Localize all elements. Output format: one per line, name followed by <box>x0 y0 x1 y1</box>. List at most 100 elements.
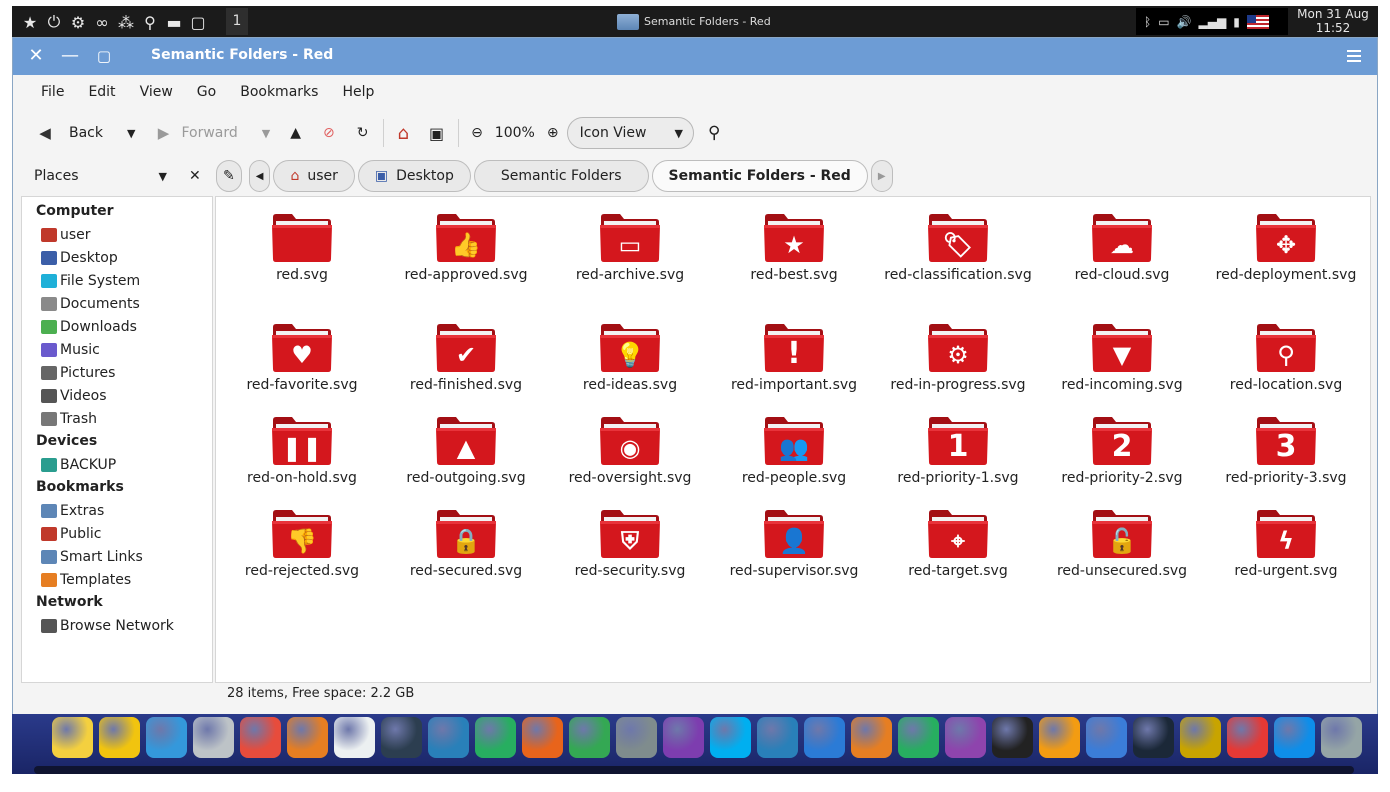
places-item-documents[interactable]: Documents <box>22 292 212 315</box>
file-item[interactable]: ϟ red-urgent.svg <box>1204 507 1368 600</box>
store-app-icon[interactable] <box>334 717 375 758</box>
crumb-user[interactable]: ⌂ user <box>273 160 355 192</box>
stop-icon[interactable]: ⊘ <box>323 125 335 141</box>
close-icon[interactable]: ✕ <box>25 45 47 67</box>
file-item[interactable]: ⌖ red-target.svg <box>876 507 1040 600</box>
places-item-trash[interactable]: Trash <box>22 407 212 430</box>
search-icon[interactable]: ⚲ <box>708 123 720 143</box>
file-item[interactable]: 🏷 red-classification.svg <box>876 211 1040 321</box>
file-item[interactable]: ✔ red-finished.svg <box>384 321 548 414</box>
places-item-backup[interactable]: BACKUP <box>22 453 212 476</box>
palette-app-icon[interactable] <box>287 717 328 758</box>
binoculars-app-icon[interactable] <box>381 717 422 758</box>
forward-button[interactable]: ▶ Forward <box>153 118 238 148</box>
file-item[interactable]: ▼ red-incoming.svg <box>1040 321 1204 414</box>
maximize-icon[interactable]: ▢ <box>93 45 115 67</box>
file-item[interactable]: ▲ red-outgoing.svg <box>384 414 548 507</box>
minimize-icon[interactable]: — <box>59 45 81 67</box>
view-mode-select[interactable]: Icon View ▼ <box>566 117 694 149</box>
clipboard-icon[interactable]: ▮ <box>1233 15 1240 29</box>
folder-icon[interactable]: ▬ <box>164 11 184 33</box>
file-item[interactable]: red.svg <box>220 211 384 321</box>
zoom-in-icon[interactable]: ⊕ <box>547 125 559 141</box>
toggle-location-button[interactable]: ✎ <box>216 160 242 192</box>
bluetooth-icon[interactable]: ᛒ <box>1144 15 1151 29</box>
menu-file[interactable]: File <box>29 84 76 100</box>
mail-app-icon[interactable] <box>757 717 798 758</box>
window-app-icon[interactable] <box>146 717 187 758</box>
places-item-browse-network[interactable]: Browse Network <box>22 614 212 637</box>
places-item-user[interactable]: user <box>22 223 212 246</box>
home-icon[interactable]: ⌂ <box>398 123 409 144</box>
battery-icon[interactable]: ▭ <box>1158 15 1169 29</box>
places-item-file-system[interactable]: File System <box>22 269 212 292</box>
computer-icon[interactable]: ▣ <box>429 124 444 143</box>
file-item[interactable]: ! red-important.svg <box>712 321 876 414</box>
icon-view[interactable]: red.svg 👍 red-approved.svg ▭ red-archive.svg… <box>215 196 1371 683</box>
binoculars-icon[interactable]: ∞ <box>92 11 112 33</box>
pipe-app-icon[interactable] <box>475 717 516 758</box>
network-icon[interactable]: ▂▄▆ <box>1199 15 1227 29</box>
spreadsheet-icon[interactable] <box>898 717 939 758</box>
viber-icon[interactable] <box>663 717 704 758</box>
close-pane-icon[interactable]: ✕ <box>189 168 201 184</box>
places-item-videos[interactable]: Videos <box>22 384 212 407</box>
workspace-switcher[interactable]: 1 <box>226 8 248 35</box>
file-item[interactable]: 💡 red-ideas.svg <box>548 321 712 414</box>
back-history-icon[interactable]: ▼ <box>127 127 135 140</box>
chevron-down-icon[interactable]: ▼ <box>159 170 167 183</box>
file-item[interactable]: ☁ red-cloud.svg <box>1040 211 1204 321</box>
taskbar-button[interactable]: Semantic Folders - Red <box>617 10 771 33</box>
zoom-out-icon[interactable]: ⊖ <box>471 125 483 141</box>
trash-dock-icon[interactable] <box>1321 717 1362 758</box>
qbittorrent-icon[interactable] <box>1086 717 1127 758</box>
star-app-icon[interactable] <box>52 717 93 758</box>
menu-edit[interactable]: Edit <box>76 84 127 100</box>
amazon-icon[interactable] <box>992 717 1033 758</box>
vlc-icon[interactable] <box>1039 717 1080 758</box>
anydesk-icon[interactable] <box>1227 717 1268 758</box>
file-item[interactable]: ◉ red-oversight.svg <box>548 414 712 507</box>
file-item[interactable]: ▭ red-archive.svg <box>548 211 712 321</box>
file-item[interactable]: ⚙ red-in-progress.svg <box>876 321 1040 414</box>
webcam-app-icon[interactable] <box>945 717 986 758</box>
file-item[interactable]: ❚❚ red-on-hold.svg <box>220 414 384 507</box>
file-item[interactable]: 👎 red-rejected.svg <box>220 507 384 600</box>
file-item[interactable]: 👍 red-approved.svg <box>384 211 548 321</box>
file-item[interactable]: ⚲ red-location.svg <box>1204 321 1368 414</box>
firefox-icon[interactable] <box>522 717 563 758</box>
title-bar[interactable]: ✕ — ▢ Semantic Folders - Red <box>13 38 1377 75</box>
up-icon[interactable]: ▲ <box>290 125 301 141</box>
file-item[interactable]: 👥 red-people.svg <box>712 414 876 507</box>
steam-icon[interactable] <box>1133 717 1174 758</box>
places-item-public[interactable]: Public <box>22 522 212 545</box>
back-button[interactable]: ◀ Back <box>35 118 103 148</box>
places-item-desktop[interactable]: Desktop <box>22 246 212 269</box>
volume-icon[interactable]: 🔊 <box>1177 15 1192 29</box>
file-item[interactable]: ★ red-best.svg <box>712 211 876 321</box>
menu-bookmarks[interactable]: Bookmarks <box>228 84 330 100</box>
path-scroll-right-button[interactable]: ▶ <box>870 160 893 192</box>
file-item[interactable]: 2 red-priority-2.svg <box>1040 414 1204 507</box>
backup-app-icon[interactable] <box>1180 717 1221 758</box>
file-item[interactable]: 🔒 red-secured.svg <box>384 507 548 600</box>
menu-icon[interactable] <box>1347 50 1361 62</box>
menu-view[interactable]: View <box>128 84 185 100</box>
places-item-extras[interactable]: Extras <box>22 499 212 522</box>
star-icon[interactable]: ★ <box>20 11 40 33</box>
clock[interactable]: Mon 31 Aug 11:52 <box>1292 6 1374 37</box>
file-item[interactable]: ⛨ red-security.svg <box>548 507 712 600</box>
search-icon[interactable]: ⚲ <box>140 11 160 33</box>
file-item[interactable]: 1 red-priority-1.svg <box>876 414 1040 507</box>
crumb-current[interactable]: Semantic Folders - Red <box>651 160 868 192</box>
presentation-icon[interactable] <box>851 717 892 758</box>
power-icon[interactable]: ⏻ <box>44 11 64 33</box>
file-item[interactable]: 👤 red-supervisor.svg <box>712 507 876 600</box>
reload-icon[interactable]: ↻ <box>357 125 369 141</box>
cabinet-app-icon[interactable] <box>193 717 234 758</box>
chrome-icon[interactable] <box>569 717 610 758</box>
file-item[interactable]: 3 red-priority-3.svg <box>1204 414 1368 507</box>
places-item-smart-links[interactable]: Smart Links <box>22 545 212 568</box>
file-item[interactable]: ♥ red-favorite.svg <box>220 321 384 414</box>
places-item-pictures[interactable]: Pictures <box>22 361 212 384</box>
